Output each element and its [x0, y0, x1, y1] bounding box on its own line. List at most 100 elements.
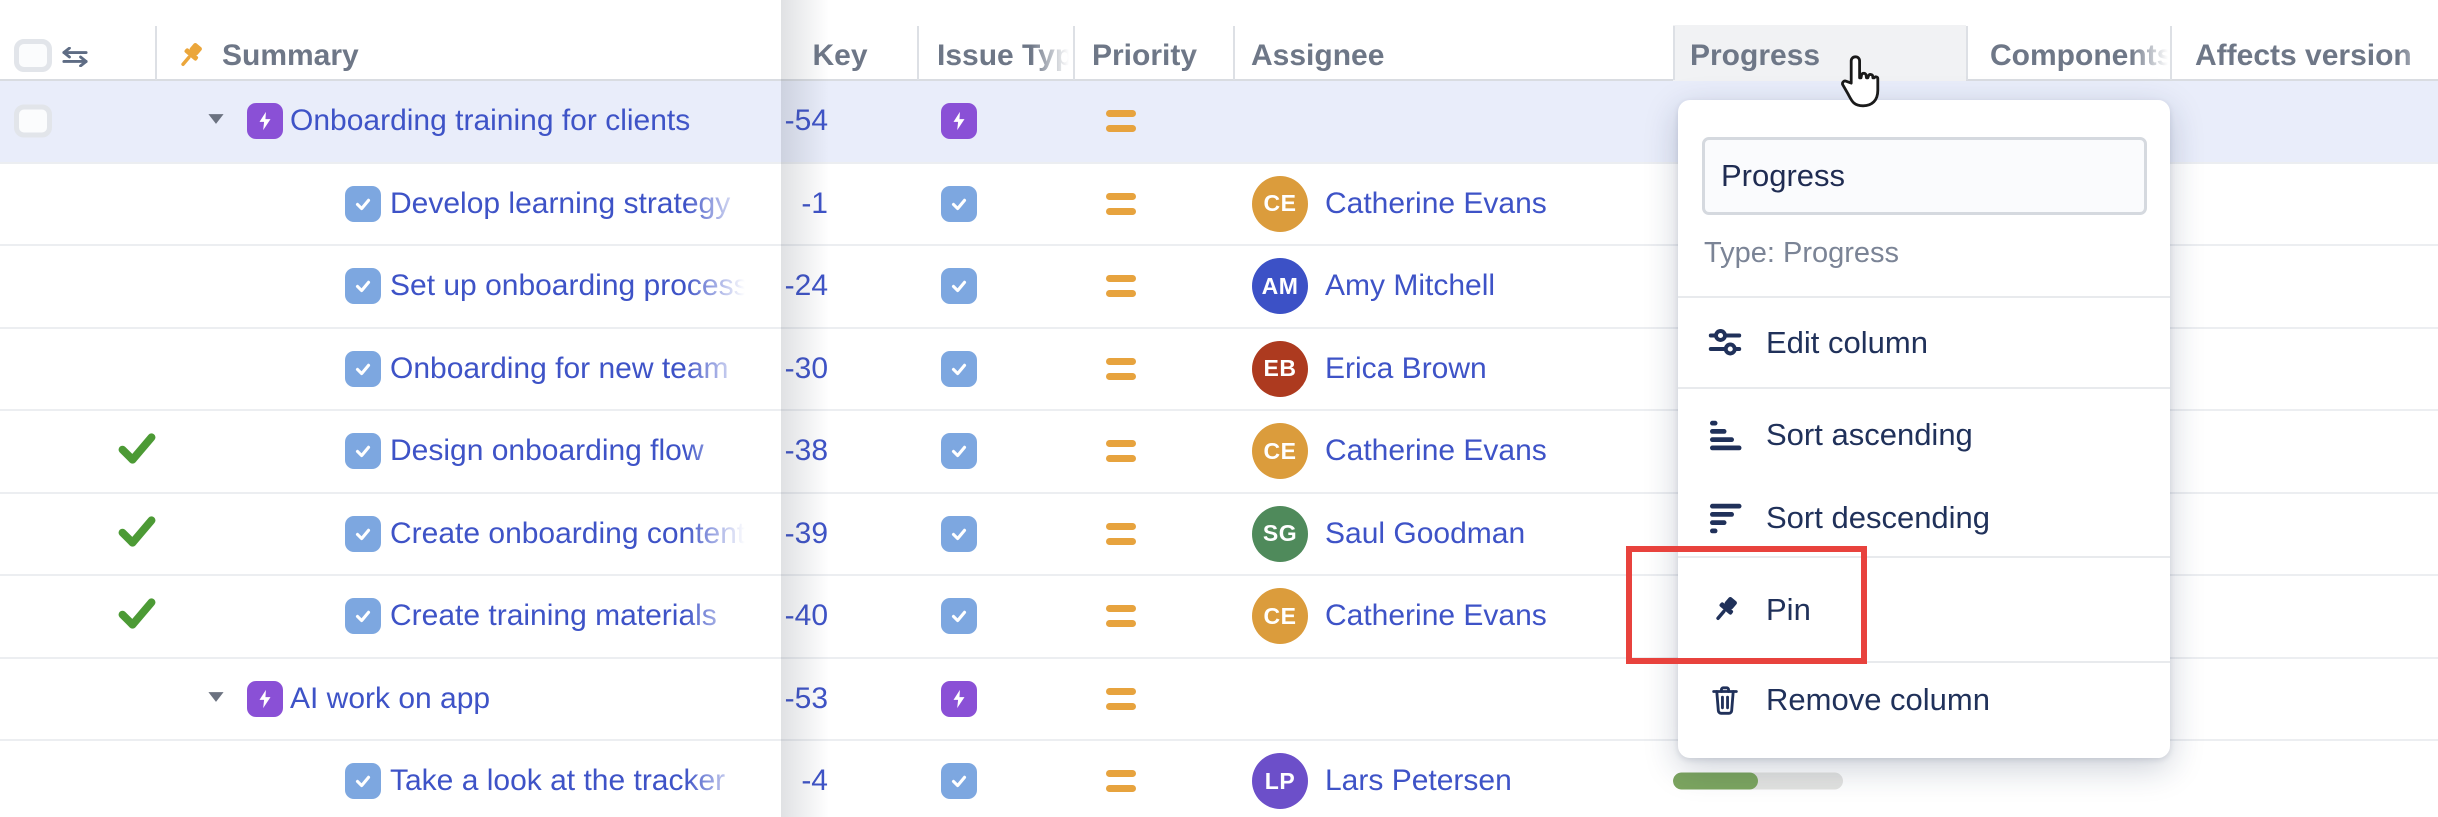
issue-key-link[interactable]: -30 — [690, 352, 828, 386]
menu-item-sort-descending[interactable]: Sort descending — [1678, 476, 2170, 560]
avatar-initials: SG — [1263, 520, 1297, 547]
assignee-name-link[interactable]: Catherine Evans — [1325, 599, 1547, 633]
avatar-initials: LP — [1265, 768, 1295, 795]
column-header-priority[interactable]: Priority — [1092, 30, 1230, 81]
row-checkbox[interactable] — [14, 105, 52, 138]
column-header-assignee[interactable]: Assignee — [1251, 30, 1384, 81]
header-divider — [1233, 26, 1235, 80]
menu-item-sort-ascending[interactable]: Sort ascending — [1678, 393, 2170, 477]
issue-key-link[interactable]: -24 — [690, 269, 828, 303]
header-divider — [1966, 26, 1968, 80]
priority-medium-icon — [1106, 770, 1136, 792]
issue-key-link[interactable]: -40 — [690, 599, 828, 633]
done-check-icon — [118, 514, 156, 553]
issue-type-cell-icon — [941, 681, 977, 717]
assignee-name-link[interactable]: Saul Goodman — [1325, 517, 1525, 551]
structure-issue-table: Summary Key Issue Type Priority Assignee… — [0, 0, 2438, 817]
issue-key-link[interactable]: -53 — [690, 682, 828, 716]
sort-ascending-icon — [1706, 417, 1744, 453]
issue-type-icon — [345, 351, 381, 387]
menu-item-label: Sort ascending — [1766, 417, 1973, 453]
priority-medium-icon — [1106, 358, 1136, 380]
issue-type-icon — [247, 681, 283, 717]
progress-bar-fill — [1673, 773, 1758, 790]
issue-type-icon — [247, 103, 283, 139]
pinned-column-pin-icon — [174, 40, 206, 77]
issue-type-icon — [345, 516, 381, 552]
issue-type-icon — [345, 763, 381, 799]
issue-summary-link[interactable]: Onboarding training for clients — [290, 104, 745, 138]
assignee-avatar: EB — [1252, 341, 1308, 397]
menu-item-pin[interactable]: Pin — [1678, 568, 2170, 652]
assignee-avatar: CE — [1252, 176, 1308, 232]
done-check-icon — [118, 597, 156, 636]
trash-icon — [1706, 683, 1744, 717]
issue-type-cell-icon — [941, 351, 977, 387]
menu-divider — [1678, 296, 2170, 298]
assignee-avatar: AM — [1252, 258, 1308, 314]
avatar-initials: EB — [1264, 355, 1297, 382]
menu-item-label: Edit column — [1766, 325, 1928, 361]
menu-item-label: Remove column — [1766, 682, 1990, 718]
assignee-avatar: SG — [1252, 506, 1308, 562]
assignee-name-link[interactable]: Amy Mitchell — [1325, 269, 1495, 303]
issue-type-cell-icon — [941, 433, 977, 469]
issue-type-cell-icon — [941, 763, 977, 799]
sort-descending-icon — [1706, 500, 1744, 536]
issue-type-icon — [345, 268, 381, 304]
column-settings-popup: Type: Progress Edit column So — [1678, 100, 2170, 758]
assignee-name-link[interactable]: Erica Brown — [1325, 352, 1487, 386]
pin-icon — [1706, 594, 1744, 626]
priority-medium-icon — [1106, 688, 1136, 710]
column-header-affects-version[interactable]: Affects version — [2195, 30, 2436, 81]
column-header-key[interactable]: Key — [800, 30, 880, 81]
select-all-checkbox[interactable] — [14, 39, 52, 72]
issue-type-cell-icon — [941, 186, 977, 222]
swap-columns-icon[interactable] — [60, 47, 90, 72]
priority-medium-icon — [1106, 193, 1136, 215]
menu-item-label: Sort descending — [1766, 500, 1990, 536]
issue-key-link[interactable]: -4 — [690, 764, 828, 798]
avatar-initials: CE — [1264, 438, 1297, 465]
chevron-down-icon[interactable] — [203, 106, 229, 137]
column-name-input[interactable] — [1702, 137, 2147, 215]
column-header-components[interactable]: Components — [1990, 30, 2168, 81]
issue-summary-link[interactable]: AI work on app — [290, 682, 745, 716]
issue-type-cell-icon — [941, 516, 977, 552]
progress-bar — [1673, 773, 1843, 790]
menu-item-edit-column[interactable]: Edit column — [1678, 301, 2170, 385]
chevron-down-icon[interactable] — [203, 683, 229, 714]
issue-type-cell-icon — [941, 268, 977, 304]
header-divider — [1673, 26, 1675, 80]
menu-item-remove-column[interactable]: Remove column — [1678, 658, 2170, 742]
table-header: Summary Key Issue Type Priority Assignee… — [0, 0, 2438, 81]
priority-medium-icon — [1106, 605, 1136, 627]
issue-type-cell-icon — [941, 103, 977, 139]
priority-medium-icon — [1106, 110, 1136, 132]
assignee-name-link[interactable]: Catherine Evans — [1325, 434, 1547, 468]
column-header-progress[interactable]: Progress — [1690, 30, 1820, 81]
column-header-issue-type[interactable]: Issue Type — [937, 30, 1069, 81]
header-divider — [2170, 26, 2172, 80]
issue-key-link[interactable]: -54 — [690, 104, 828, 138]
menu-divider — [1678, 556, 2170, 558]
issue-key-link[interactable]: -1 — [690, 187, 828, 221]
priority-medium-icon — [1106, 440, 1136, 462]
done-check-icon — [118, 432, 156, 471]
assignee-name-link[interactable]: Lars Petersen — [1325, 764, 1512, 798]
column-header-summary[interactable]: Summary — [222, 30, 359, 81]
assignee-avatar: LP — [1252, 753, 1308, 809]
menu-divider — [1678, 387, 2170, 389]
issue-type-icon — [345, 598, 381, 634]
avatar-initials: CE — [1264, 190, 1297, 217]
assignee-avatar: CE — [1252, 423, 1308, 479]
issue-type-cell-icon — [941, 598, 977, 634]
menu-item-label: Pin — [1766, 592, 1811, 628]
header-divider — [1073, 26, 1075, 80]
priority-medium-icon — [1106, 275, 1136, 297]
column-type-label: Type: Progress — [1704, 237, 1899, 270]
edit-column-icon — [1706, 325, 1744, 361]
issue-key-link[interactable]: -38 — [690, 434, 828, 468]
assignee-name-link[interactable]: Catherine Evans — [1325, 187, 1547, 221]
issue-key-link[interactable]: -39 — [690, 517, 828, 551]
